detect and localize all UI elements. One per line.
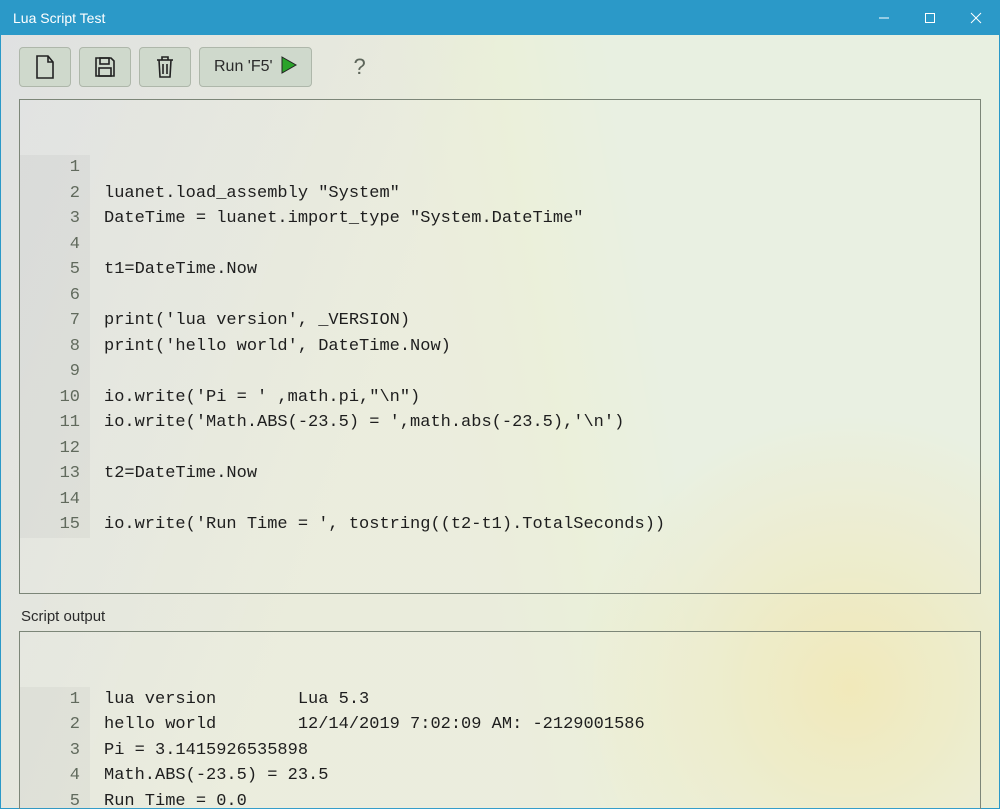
code-line: luanet.load_assembly "System": [104, 181, 980, 207]
output-panel[interactable]: 12345 lua version Lua 5.3hello world 12/…: [19, 631, 981, 809]
code-line: [104, 232, 980, 258]
code-line: t2=DateTime.Now: [104, 461, 980, 487]
line-number: 5: [20, 789, 80, 809]
code-line: [104, 283, 980, 309]
code-line: lua version Lua 5.3: [104, 687, 980, 713]
line-number: 11: [20, 410, 80, 436]
save-button[interactable]: [79, 47, 131, 87]
help-button[interactable]: ?: [340, 47, 380, 87]
code-line: DateTime = luanet.import_type "System.Da…: [104, 206, 980, 232]
play-icon: [281, 56, 297, 79]
code-line: hello world 12/14/2019 7:02:09 AM: -2129…: [104, 712, 980, 738]
close-icon: [970, 12, 982, 24]
minimize-icon: [878, 12, 890, 24]
titlebar: Lua Script Test: [1, 1, 999, 35]
file-icon: [34, 54, 56, 80]
line-number: 7: [20, 308, 80, 334]
line-number: 12: [20, 436, 80, 462]
line-number: 2: [20, 712, 80, 738]
minimize-button[interactable]: [861, 1, 907, 35]
line-number: 15: [20, 512, 80, 538]
output-lines: lua version Lua 5.3hello world 12/14/201…: [90, 687, 980, 809]
code-line: [104, 359, 980, 385]
save-icon: [93, 55, 117, 79]
new-button[interactable]: [19, 47, 71, 87]
line-number: 6: [20, 283, 80, 309]
line-number: 13: [20, 461, 80, 487]
output-gutter: 12345: [20, 687, 90, 809]
line-number: 14: [20, 487, 80, 513]
editor-lines[interactable]: luanet.load_assembly "System"DateTime = …: [90, 155, 980, 538]
line-number: 3: [20, 738, 80, 764]
window-title: Lua Script Test: [13, 10, 861, 26]
help-icon: ?: [353, 54, 365, 80]
code-line: [104, 436, 980, 462]
delete-button[interactable]: [139, 47, 191, 87]
code-line: io.write('Pi = ' ,math.pi,"\n"): [104, 385, 980, 411]
toolbar: Run 'F5' ?: [19, 47, 981, 87]
output-label: Script output: [21, 608, 981, 625]
code-line: io.write('Run Time = ', tostring((t2-t1)…: [104, 512, 980, 538]
close-button[interactable]: [953, 1, 999, 35]
trash-icon: [154, 54, 176, 80]
code-line: io.write('Math.ABS(-23.5) = ',math.abs(-…: [104, 410, 980, 436]
line-number: 4: [20, 232, 80, 258]
run-button-label: Run 'F5': [214, 58, 273, 76]
line-number: 1: [20, 155, 80, 181]
editor-gutter: 123456789101112131415: [20, 155, 90, 538]
line-number: 5: [20, 257, 80, 283]
line-number: 1: [20, 687, 80, 713]
code-line: [104, 487, 980, 513]
code-line: t1=DateTime.Now: [104, 257, 980, 283]
line-number: 2: [20, 181, 80, 207]
code-editor[interactable]: 123456789101112131415 luanet.load_assemb…: [19, 99, 981, 594]
code-line: print('lua version', _VERSION): [104, 308, 980, 334]
run-button[interactable]: Run 'F5': [199, 47, 312, 87]
code-line: Math.ABS(-23.5) = 23.5: [104, 763, 980, 789]
line-number: 4: [20, 763, 80, 789]
code-line: Pi = 3.1415926535898: [104, 738, 980, 764]
app-window: Lua Script Test: [0, 0, 1000, 809]
maximize-button[interactable]: [907, 1, 953, 35]
maximize-icon: [924, 12, 936, 24]
line-number: 9: [20, 359, 80, 385]
line-number: 10: [20, 385, 80, 411]
code-line: Run Time = 0.0: [104, 789, 980, 809]
code-line: [104, 155, 980, 181]
line-number: 8: [20, 334, 80, 360]
code-line: print('hello world', DateTime.Now): [104, 334, 980, 360]
line-number: 3: [20, 206, 80, 232]
content-area: Run 'F5' ? 123456789101112131415 luanet.…: [1, 35, 999, 809]
